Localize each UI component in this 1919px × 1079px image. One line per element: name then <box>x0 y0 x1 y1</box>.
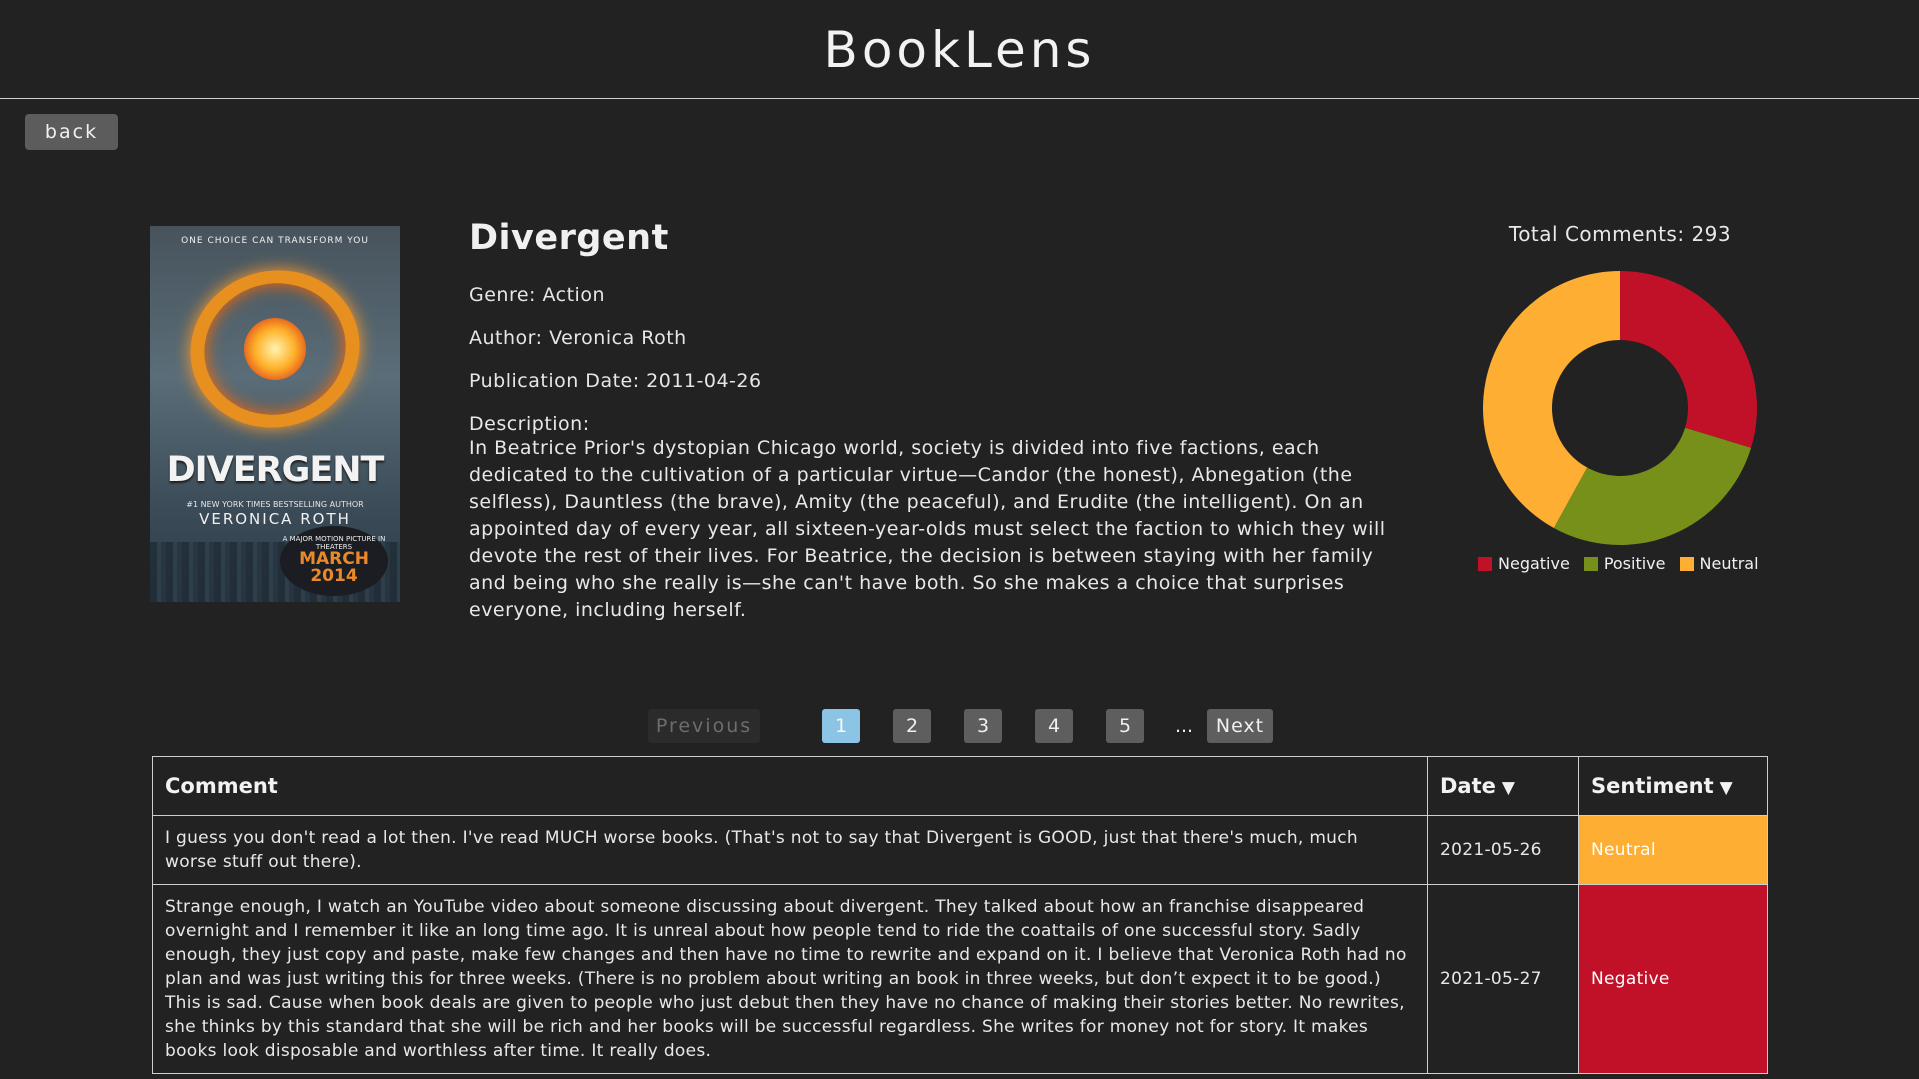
page-button-4[interactable]: 4 <box>1035 709 1073 743</box>
cover-author: VERONICA ROTH <box>199 510 351 528</box>
book-author: Author: Veronica Roth <box>469 327 687 349</box>
sentiment-chart: Total Comments: 293 Negative Positive Ne… <box>1460 218 1780 578</box>
legend-label-negative: Negative <box>1498 554 1570 573</box>
sentiment-donut-chart <box>1483 271 1757 545</box>
sentiment-cell: Negative <box>1578 884 1768 1074</box>
date-cell: 2021-05-27 <box>1427 884 1579 1074</box>
pie-slice-negative[interactable] <box>1620 271 1757 448</box>
cover-subline: #1 NEW YORK TIMES BESTSELLING AUTHOR <box>186 500 364 509</box>
cover-tagline: ONE CHOICE CAN TRANSFORM YOU <box>181 236 369 246</box>
comment-cell: I guess you don't read a lot then. I've … <box>152 815 1428 885</box>
page-button-5[interactable]: 5 <box>1106 709 1144 743</box>
chart-legend: Negative Positive Neutral <box>1478 554 1759 573</box>
legend-swatch-positive <box>1583 556 1598 571</box>
legend-item-negative[interactable]: Negative <box>1478 554 1570 573</box>
book-title: Divergent <box>469 218 669 258</box>
legend-label-positive: Positive <box>1603 554 1666 573</box>
book-description: In Beatrice Prior's dystopian Chicago wo… <box>469 437 1386 621</box>
page-button-3[interactable]: 3 <box>964 709 1002 743</box>
sort-down-icon[interactable]: ▼ <box>1502 778 1515 798</box>
filter-down-icon[interactable]: ▼ <box>1720 778 1733 798</box>
app-title: BookLens <box>823 21 1096 79</box>
date-header-label: Date <box>1440 774 1496 798</box>
cover-badge-date: MARCH 2014 <box>299 549 369 586</box>
legend-swatch-negative <box>1478 556 1492 571</box>
legend-label-neutral: Neutral <box>1699 554 1759 573</box>
book-cover-image: ONE CHOICE CAN TRANSFORM YOU DIVERGENT #… <box>150 226 400 602</box>
comments-table: Comment Date ▼ Sentiment ▼ I guess you don… <box>152 756 1768 1074</box>
legend-item-neutral[interactable]: Neutral <box>1679 554 1759 573</box>
sentiment-cell: Neutral <box>1578 815 1768 885</box>
pagination-ellipsis: ... <box>1174 715 1194 737</box>
sentiment-header-label: Sentiment <box>1591 774 1714 798</box>
book-info: Divergent Genre: Action Author: Veronica… <box>469 218 1399 624</box>
legend-item-positive[interactable]: Positive <box>1583 554 1666 573</box>
sentiment-column-header[interactable]: Sentiment ▼ <box>1578 756 1768 816</box>
table-row: Strange enough, I watch an YouTube video… <box>152 884 1768 1074</box>
comment-cell: Strange enough, I watch an YouTube video… <box>152 884 1428 1074</box>
page-button-1[interactable]: 1 <box>822 709 860 743</box>
table-header-row: Comment Date ▼ Sentiment ▼ <box>152 756 1768 816</box>
cover-fire-core-graphic <box>244 318 306 380</box>
book-publication-date: Publication Date: 2011-04-26 <box>469 370 762 392</box>
legend-swatch-neutral <box>1679 556 1694 571</box>
table-row: I guess you don't read a lot then. I've … <box>152 815 1768 885</box>
cover-title: DIVERGENT <box>166 450 385 490</box>
pie-slice-positive[interactable] <box>1553 427 1752 545</box>
book-genre: Genre: Action <box>469 284 605 306</box>
pagination: Previous 1 2 3 4 5 ... Next <box>0 709 1919 743</box>
comment-header-label: Comment <box>165 774 278 798</box>
next-page-button[interactable]: Next <box>1207 709 1273 743</box>
comment-column-header: Comment <box>152 756 1428 816</box>
previous-page-button[interactable]: Previous <box>648 709 760 743</box>
date-cell: 2021-05-26 <box>1427 815 1579 885</box>
back-button[interactable]: back <box>25 114 118 150</box>
description-label: Description: <box>469 413 590 435</box>
page-button-2[interactable]: 2 <box>893 709 931 743</box>
chart-title: Total Comments: 293 <box>1508 222 1732 246</box>
cover-release-badge: A MAJOR MOTION PICTURE IN THEATERS MARCH… <box>280 526 388 596</box>
app-header: BookLens <box>0 0 1919 99</box>
date-column-header[interactable]: Date ▼ <box>1427 756 1579 816</box>
